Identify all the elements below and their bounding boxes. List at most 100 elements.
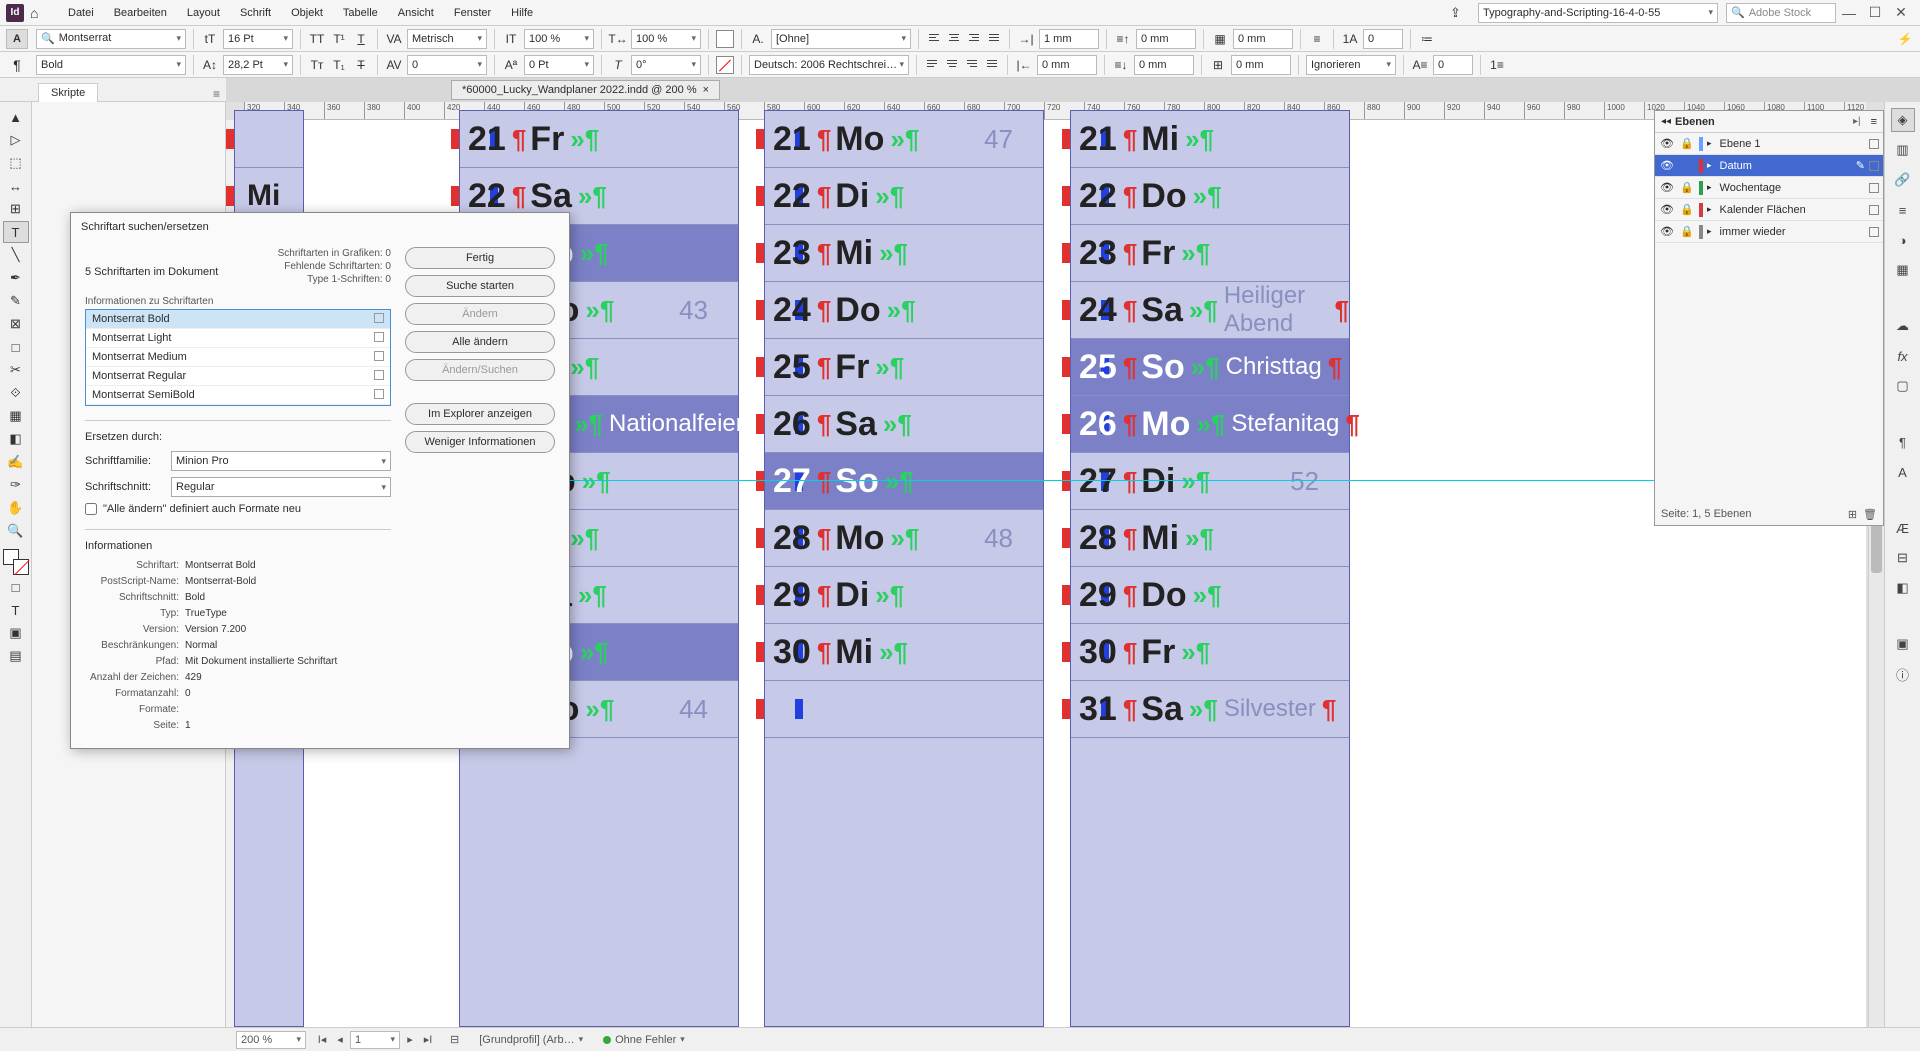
visibility-icon[interactable]: 👁	[1659, 137, 1675, 150]
layer-row[interactable]: 👁🔒▸Wochentage	[1655, 177, 1883, 199]
menu-item[interactable]: Layout	[177, 7, 230, 19]
font-list-item[interactable]: Montserrat Light	[86, 329, 390, 348]
layer-target-icon[interactable]	[1869, 227, 1879, 237]
document-tab[interactable]: *60000_Lucky_Wandplaner 2022.indd @ 200 …	[451, 80, 720, 100]
content-collector-icon[interactable]: ⊞	[3, 198, 29, 220]
scripts-tab[interactable]: Skripte	[38, 83, 98, 102]
layer-target-icon[interactable]	[1869, 183, 1879, 193]
cols-input[interactable]: 0 mm	[1233, 29, 1293, 49]
visibility-icon[interactable]: 👁	[1659, 181, 1675, 194]
less-info-button[interactable]: Weniger Informationen	[405, 431, 555, 453]
cc-libraries-icon[interactable]: ☁	[1891, 314, 1915, 338]
indent-left-input[interactable]: 1 mm	[1039, 29, 1099, 49]
stock-search-input[interactable]: 🔍 Adobe Stock	[1726, 3, 1836, 23]
space-after-input[interactable]: 0 mm	[1134, 55, 1194, 75]
object-styles-icon[interactable]: ▢	[1891, 374, 1915, 398]
layer-target-icon[interactable]	[1869, 161, 1879, 171]
maximize-button[interactable]: ☐	[1862, 4, 1888, 21]
justify-center-button[interactable]	[944, 57, 960, 73]
hscale-input[interactable]: 100 %▾	[631, 29, 701, 49]
font-style-select[interactable]: Bold▾	[36, 55, 186, 75]
layers-panel-icon[interactable]: ◈	[1891, 108, 1915, 132]
pen-tool-icon[interactable]: ✒	[3, 267, 29, 289]
layer-row[interactable]: 👁🔒▸Ebene 1	[1655, 133, 1883, 155]
allcaps-icon[interactable]: TT	[308, 29, 326, 49]
lock-icon[interactable]: 🔒	[1679, 137, 1695, 150]
scissors-tool-icon[interactable]: ✂	[3, 359, 29, 381]
paragraph-mode-icon[interactable]: ¶	[6, 55, 28, 75]
menu-item[interactable]: Schrift	[230, 7, 281, 19]
panel-menu-icon[interactable]: ≡	[1871, 116, 1877, 128]
close-icon[interactable]: ×	[703, 84, 709, 96]
collapse-icon[interactable]: ◂◂	[1661, 116, 1671, 127]
space-before-input[interactable]: 0 mm	[1136, 29, 1196, 49]
reveal-button[interactable]: Im Explorer anzeigen	[405, 403, 555, 425]
change-button[interactable]: Ändern	[405, 303, 555, 325]
gap-tool-icon[interactable]: ↔	[3, 175, 29, 197]
preflight-profile[interactable]: [Grundprofil] (Arb…▾	[473, 1034, 589, 1046]
justify-full-button[interactable]	[984, 57, 1000, 73]
bullets-icon[interactable]: ≔	[1418, 29, 1436, 49]
paragraph-styles-icon[interactable]: ¶	[1891, 430, 1915, 454]
new-layer-icon[interactable]: ⊞	[1848, 508, 1857, 521]
layer-row[interactable]: 👁🔒▸immer wieder	[1655, 221, 1883, 243]
menu-item[interactable]: Fenster	[444, 7, 501, 19]
gutter-input[interactable]: 0 mm	[1231, 55, 1291, 75]
close-button[interactable]: ✕	[1888, 4, 1914, 21]
visibility-icon[interactable]: 👁	[1659, 203, 1675, 216]
menu-item[interactable]: Tabelle	[333, 7, 388, 19]
home-icon[interactable]: ⌂	[30, 5, 48, 21]
gradient-swatch-tool-icon[interactable]: ▦	[3, 405, 29, 427]
tracking-input[interactable]: 0▾	[407, 55, 487, 75]
pages-panel-icon[interactable]: ▥	[1891, 138, 1915, 162]
open-nav-icon[interactable]: ⊟	[444, 1033, 465, 1046]
superscript-icon[interactable]: T¹	[330, 29, 348, 49]
rectangle-tool-icon[interactable]: □	[3, 336, 29, 358]
visibility-icon[interactable]: 👁	[1659, 225, 1675, 238]
links-panel-icon[interactable]: 🔗	[1891, 168, 1915, 192]
swatches-panel-icon[interactable]: ▦	[1891, 258, 1915, 282]
layer-target-icon[interactable]	[1869, 205, 1879, 215]
font-family-select[interactable]: 🔍Montserrat▾	[36, 29, 186, 49]
fill-stroke-swatch[interactable]	[3, 549, 29, 575]
view-mode-preview-icon[interactable]: ▤	[3, 645, 29, 667]
font-list-item[interactable]: Montserrat Medium	[86, 348, 390, 367]
layer-row[interactable]: 👁🔒▸Kalender Flächen	[1655, 199, 1883, 221]
smallcaps-icon[interactable]: Tᴛ	[308, 55, 326, 75]
preflight-status[interactable]: Ohne Fehler▾	[597, 1034, 691, 1046]
leading-input[interactable]: 28,2 Pt▾	[223, 55, 293, 75]
skew-input[interactable]: 0°▾	[631, 55, 701, 75]
num-input[interactable]: 0	[1363, 29, 1403, 49]
direct-selection-tool-icon[interactable]: ▷	[3, 129, 29, 151]
format-container-icon[interactable]: □	[3, 576, 29, 598]
justify-button[interactable]	[986, 31, 1002, 47]
hyphenation-select[interactable]: Ignorieren▾	[1306, 55, 1396, 75]
align-panel-icon[interactable]: ⊟	[1891, 546, 1915, 570]
stroke-swatch[interactable]	[716, 56, 734, 74]
subscript-icon[interactable]: T₁	[330, 55, 348, 75]
replace-family-select[interactable]: Minion Pro▾	[171, 451, 391, 471]
note-tool-icon[interactable]: ✍	[3, 451, 29, 473]
font-list-item[interactable]: Montserrat SemiBold	[86, 386, 390, 405]
character-styles-icon[interactable]: A	[1891, 460, 1915, 484]
workspace-selector[interactable]: Typography-and-Scripting-16-4-0-55 ▾	[1478, 3, 1718, 23]
last-page-button[interactable]: ▸I	[420, 1033, 436, 1046]
page-input[interactable]: 1▾	[350, 1031, 400, 1049]
fill-swatch[interactable]	[716, 30, 734, 48]
lock-icon[interactable]: 🔒	[1679, 225, 1695, 238]
baseline-input[interactable]: 0 Pt▾	[524, 55, 594, 75]
menu-item[interactable]: Ansicht	[388, 7, 444, 19]
pencil-tool-icon[interactable]: ✎	[3, 290, 29, 312]
numlist-icon[interactable]: 1≡	[1488, 55, 1506, 75]
strikethrough-icon[interactable]: T	[352, 55, 370, 75]
format-text-icon[interactable]: T	[3, 599, 29, 621]
layer-row[interactable]: 👁▸Datum✎	[1655, 155, 1883, 177]
align-right-button[interactable]	[966, 31, 982, 47]
font-list-item[interactable]: Montserrat Regular	[86, 367, 390, 386]
free-transform-tool-icon[interactable]: ⟐	[3, 382, 29, 404]
eyedropper-tool-icon[interactable]: ✑	[3, 474, 29, 496]
view-mode-normal-icon[interactable]: ▣	[3, 622, 29, 644]
zoom-tool-icon[interactable]: 🔍	[3, 520, 29, 542]
text-wrap-icon[interactable]: ▣	[1891, 632, 1915, 656]
change-all-button[interactable]: Alle ändern	[405, 331, 555, 353]
